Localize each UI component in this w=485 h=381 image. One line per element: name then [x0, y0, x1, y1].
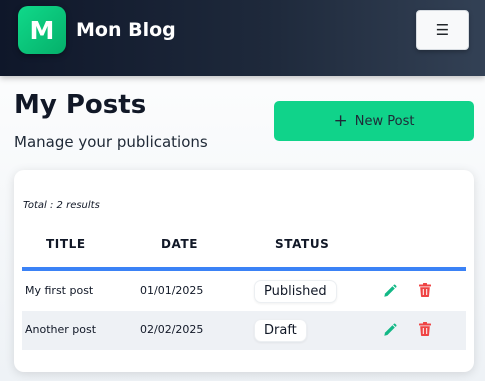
delete-icon[interactable] [419, 283, 431, 297]
plus-icon: + [333, 110, 348, 131]
status-badge: Published [254, 280, 337, 303]
brand-name[interactable]: Mon Blog [76, 19, 176, 41]
post-date: 01/01/2025 [140, 284, 204, 297]
post-date: 02/02/2025 [140, 323, 204, 336]
column-header-date: DATE [161, 237, 199, 251]
edit-icon[interactable] [383, 323, 397, 337]
table-row: Another post 02/02/2025 Draft [22, 311, 466, 350]
hamburger-icon: ☰ [435, 21, 450, 39]
delete-icon[interactable] [419, 322, 431, 336]
post-title: Another post [25, 323, 97, 336]
status-badge: Draft [254, 319, 307, 342]
new-post-button[interactable]: + New Post [274, 101, 474, 141]
table-row: My first post 01/01/2025 Published [22, 272, 466, 311]
page-subtitle: Manage your publications [14, 133, 208, 151]
menu-toggle-button[interactable]: ☰ [416, 10, 469, 50]
navbar: M Mon Blog ☰ [0, 0, 485, 76]
posts-card: Total : 2 results TITLE DATE STATUS My f… [14, 170, 474, 372]
column-header-title: TITLE [46, 237, 86, 251]
new-post-label: New Post [354, 113, 415, 129]
page-title: My Posts [14, 90, 147, 120]
column-header-status: STATUS [275, 237, 330, 251]
post-title: My first post [25, 284, 94, 297]
logo[interactable]: M [18, 6, 66, 54]
edit-icon[interactable] [383, 284, 397, 298]
results-total: Total : 2 results [23, 200, 100, 211]
header-divider [22, 267, 466, 271]
